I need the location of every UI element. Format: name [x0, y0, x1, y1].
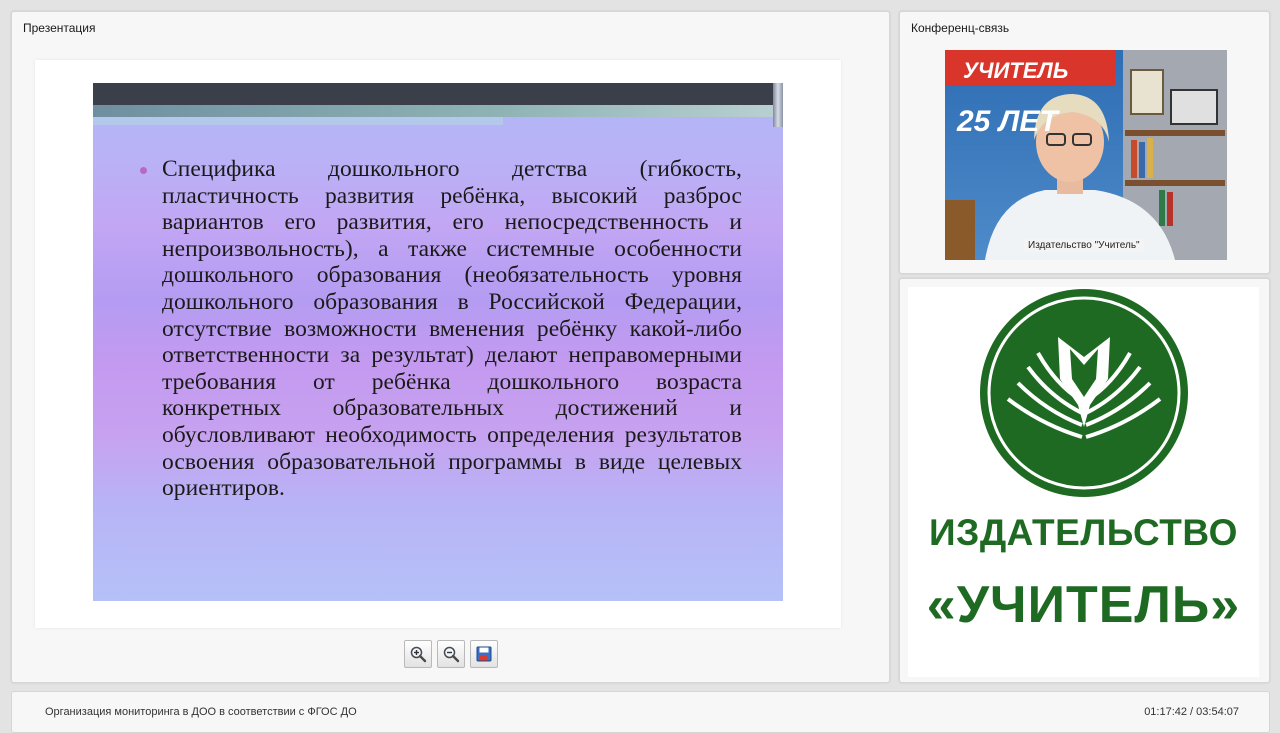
lecture-title: Организация мониторинга в ДОО в соответс…	[45, 706, 357, 718]
publisher-logo-line1: ИЗДАТЕЛЬСТВО	[929, 512, 1238, 553]
presentation-panel-title: Презентация	[23, 21, 96, 35]
slide-header-band	[93, 83, 773, 105]
slide-body-text: Специфика дошкольного детства (гибкость,…	[162, 156, 742, 502]
slide-header-stripe	[93, 105, 773, 117]
publisher-logo-icon	[980, 289, 1188, 497]
zoom-in-icon	[410, 646, 427, 663]
bullet-icon	[140, 167, 147, 174]
playback-timecode: 01:17:42 / 03:54:07	[1144, 706, 1239, 718]
slide-corner-accent	[773, 83, 783, 127]
zoom-out-icon	[443, 646, 460, 663]
lecture-info-bar: Организация мониторинга в ДОО в соответс…	[11, 691, 1270, 733]
publisher-logo-panel: ИЗДАТЕЛЬСТВО «УЧИТЕЛЬ»	[899, 278, 1270, 683]
publisher-logo-area: ИЗДАТЕЛЬСТВО «УЧИТЕЛЬ»	[908, 287, 1259, 677]
banner-years: 25 ЛЕТ	[957, 105, 1058, 138]
banner-text: УЧИТЕЛЬ	[963, 58, 1069, 83]
conference-panel-title: Конференц-связь	[911, 21, 1010, 35]
video-feed[interactable]: УЧИТЕЛЬ 25 ЛЕТ Издательство "Учитель"	[945, 50, 1227, 260]
video-caption: Издательство "Учитель"	[1024, 239, 1144, 252]
conference-panel: Конференц-связь УЧИТЕЛЬ 25 ЛЕТ Издательс…	[899, 11, 1270, 274]
slide-header-highlight	[93, 117, 503, 125]
slide-frame: Специфика дошкольного детства (гибкость,…	[35, 60, 841, 628]
save-button[interactable]	[470, 640, 498, 668]
publisher-logo-line2: «УЧИТЕЛЬ»	[926, 576, 1241, 634]
zoom-in-button[interactable]	[404, 640, 432, 668]
save-icon	[476, 646, 492, 662]
presentation-panel: Презентация Специфика дошкольного детств…	[11, 11, 890, 683]
slide-toolbar	[404, 640, 498, 668]
slide: Специфика дошкольного детства (гибкость,…	[93, 83, 783, 601]
zoom-out-button[interactable]	[437, 640, 465, 668]
